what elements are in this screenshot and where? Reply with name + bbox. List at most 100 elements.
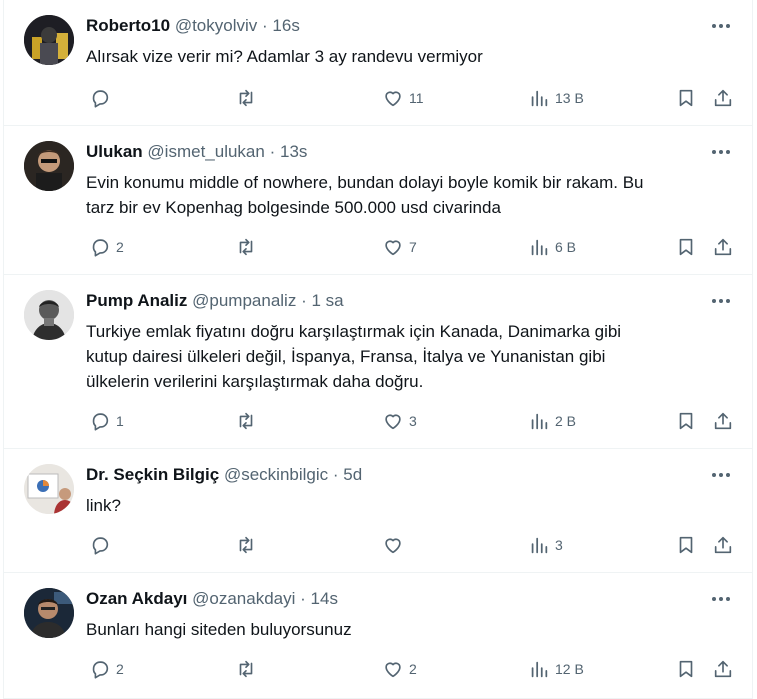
- user-handle[interactable]: @tokyolviv: [175, 16, 257, 35]
- like-button[interactable]: 7: [382, 235, 417, 259]
- retweet-button[interactable]: [235, 657, 257, 681]
- share-button[interactable]: [712, 235, 734, 259]
- retweet-button[interactable]: [235, 409, 257, 433]
- tweet-text-line: Evin konumu middle of nowhere, bundan do…: [86, 173, 644, 192]
- avatar[interactable]: [24, 464, 74, 514]
- tweet[interactable]: Dr. Seçkin Bilgiç @seckinbilgic · 5d lin…: [4, 449, 752, 573]
- tweet-text-line: tarz bir ev Kopenhag bolgesinde 500.000 …: [86, 198, 501, 217]
- tweet[interactable]: Ulukan @ismet_ulukan · 13s Evin konumu m…: [4, 126, 752, 275]
- views-button[interactable]: 3: [528, 533, 563, 557]
- retweet-button[interactable]: [235, 533, 257, 557]
- more-icon[interactable]: [704, 14, 738, 38]
- tweet[interactable]: Ozan Akdayı @ozanakdayi · 14s Bunları ha…: [4, 573, 752, 699]
- share-icon: [714, 89, 732, 107]
- views-icon: [531, 239, 548, 256]
- tweet-text: link?: [86, 493, 726, 518]
- view-count: 6 B: [555, 239, 577, 255]
- share-icon: [714, 412, 732, 430]
- display-name[interactable]: Pump Analiz: [86, 291, 187, 310]
- like-button[interactable]: [382, 533, 409, 557]
- like-icon: [385, 240, 401, 256]
- tweet-header: Dr. Seçkin Bilgiç @seckinbilgic · 5d: [86, 465, 362, 485]
- timestamp[interactable]: 16s: [272, 16, 299, 35]
- display-name[interactable]: Roberto10: [86, 16, 170, 35]
- tweet-header: Ozan Akdayı @ozanakdayi · 14s: [86, 589, 338, 609]
- separator: ·: [301, 291, 307, 310]
- bookmark-icon: [679, 89, 693, 107]
- reply-icon: [92, 239, 109, 257]
- retweet-button[interactable]: [235, 86, 257, 110]
- timestamp[interactable]: 14s: [311, 589, 338, 608]
- bookmark-icon: [679, 238, 693, 256]
- bookmark-icon: [679, 412, 693, 430]
- views-button[interactable]: 12 B: [528, 657, 584, 681]
- timestamp[interactable]: 13s: [280, 142, 307, 161]
- views-icon: [531, 661, 548, 678]
- retweet-icon: [239, 536, 253, 554]
- display-name[interactable]: Ulukan: [86, 142, 143, 161]
- user-handle[interactable]: @ozanakdayi: [192, 589, 295, 608]
- tweet-text-line: link?: [86, 496, 121, 515]
- share-button[interactable]: [712, 86, 734, 110]
- display-name[interactable]: Ozan Akdayı: [86, 589, 187, 608]
- user-handle[interactable]: @ismet_ulukan: [147, 142, 264, 161]
- action-bar: 2 2 12 B: [86, 657, 746, 681]
- more-icon[interactable]: [704, 140, 738, 164]
- bookmark-icon: [679, 660, 693, 678]
- views-icon: [531, 90, 548, 107]
- bookmark-icon: [679, 536, 693, 554]
- like-button[interactable]: 11: [382, 86, 424, 110]
- tweet-text: Alırsak vize verir mi? Adamlar 3 ay rand…: [86, 44, 726, 69]
- separator: ·: [269, 142, 276, 161]
- views-button[interactable]: 13 B: [528, 86, 584, 110]
- reply-button[interactable]: 2: [89, 235, 124, 259]
- reply-icon: [92, 90, 109, 108]
- tweet[interactable]: Roberto10 @tokyolviv · 16s Alırsak vize …: [4, 0, 752, 126]
- user-handle[interactable]: @pumpanaliz: [192, 291, 296, 310]
- avatar[interactable]: [24, 15, 74, 65]
- view-count: 12 B: [555, 661, 584, 677]
- reply-button[interactable]: 2: [89, 657, 124, 681]
- share-button[interactable]: [712, 409, 734, 433]
- avatar[interactable]: [24, 141, 74, 191]
- retweet-icon: [239, 412, 253, 430]
- more-icon[interactable]: [704, 587, 738, 611]
- tweet-header: Pump Analiz @pumpanaliz · 1 sa: [86, 291, 344, 311]
- reply-icon: [92, 661, 109, 679]
- share-button[interactable]: [712, 657, 734, 681]
- bookmark-button[interactable]: [675, 657, 697, 681]
- avatar[interactable]: [24, 588, 74, 638]
- reply-button[interactable]: [89, 86, 116, 110]
- bookmark-button[interactable]: [675, 533, 697, 557]
- user-handle[interactable]: @seckinbilgic: [224, 465, 328, 484]
- action-bar: 3: [86, 533, 746, 557]
- views-button[interactable]: 2 B: [528, 409, 576, 433]
- timestamp[interactable]: 5d: [343, 465, 362, 484]
- bookmark-button[interactable]: [675, 235, 697, 259]
- more-icon[interactable]: [704, 289, 738, 313]
- tweet-text: Bunları hangi siteden buluyorsunuz: [86, 617, 726, 642]
- avatar[interactable]: [24, 290, 74, 340]
- like-icon: [385, 662, 401, 678]
- reply-button[interactable]: [89, 533, 116, 557]
- reply-button[interactable]: 1: [89, 409, 124, 433]
- share-icon: [714, 536, 732, 554]
- tweet-text-line: ülkelerin verilerini karşılaştırmak daha…: [86, 372, 424, 391]
- like-button[interactable]: 3: [382, 409, 417, 433]
- separator: ·: [262, 16, 268, 35]
- like-count: 7: [409, 239, 417, 255]
- tweet-header: Roberto10 @tokyolviv · 16s: [86, 16, 300, 36]
- bookmark-button[interactable]: [675, 86, 697, 110]
- more-icon[interactable]: [704, 463, 738, 487]
- views-button[interactable]: 6 B: [528, 235, 576, 259]
- display-name[interactable]: Dr. Seçkin Bilgiç: [86, 465, 219, 484]
- tweet-text-line: kutup dairesi ülkeleri değil, İspanya, F…: [86, 347, 606, 366]
- retweet-button[interactable]: [235, 235, 257, 259]
- like-button[interactable]: 2: [382, 657, 417, 681]
- bookmark-button[interactable]: [675, 409, 697, 433]
- separator: ·: [332, 465, 339, 484]
- tweet[interactable]: Pump Analiz @pumpanaliz · 1 sa Turkiye e…: [4, 275, 752, 449]
- share-button[interactable]: [712, 533, 734, 557]
- timestamp[interactable]: 1 sa: [311, 291, 343, 310]
- like-count: 3: [409, 413, 417, 429]
